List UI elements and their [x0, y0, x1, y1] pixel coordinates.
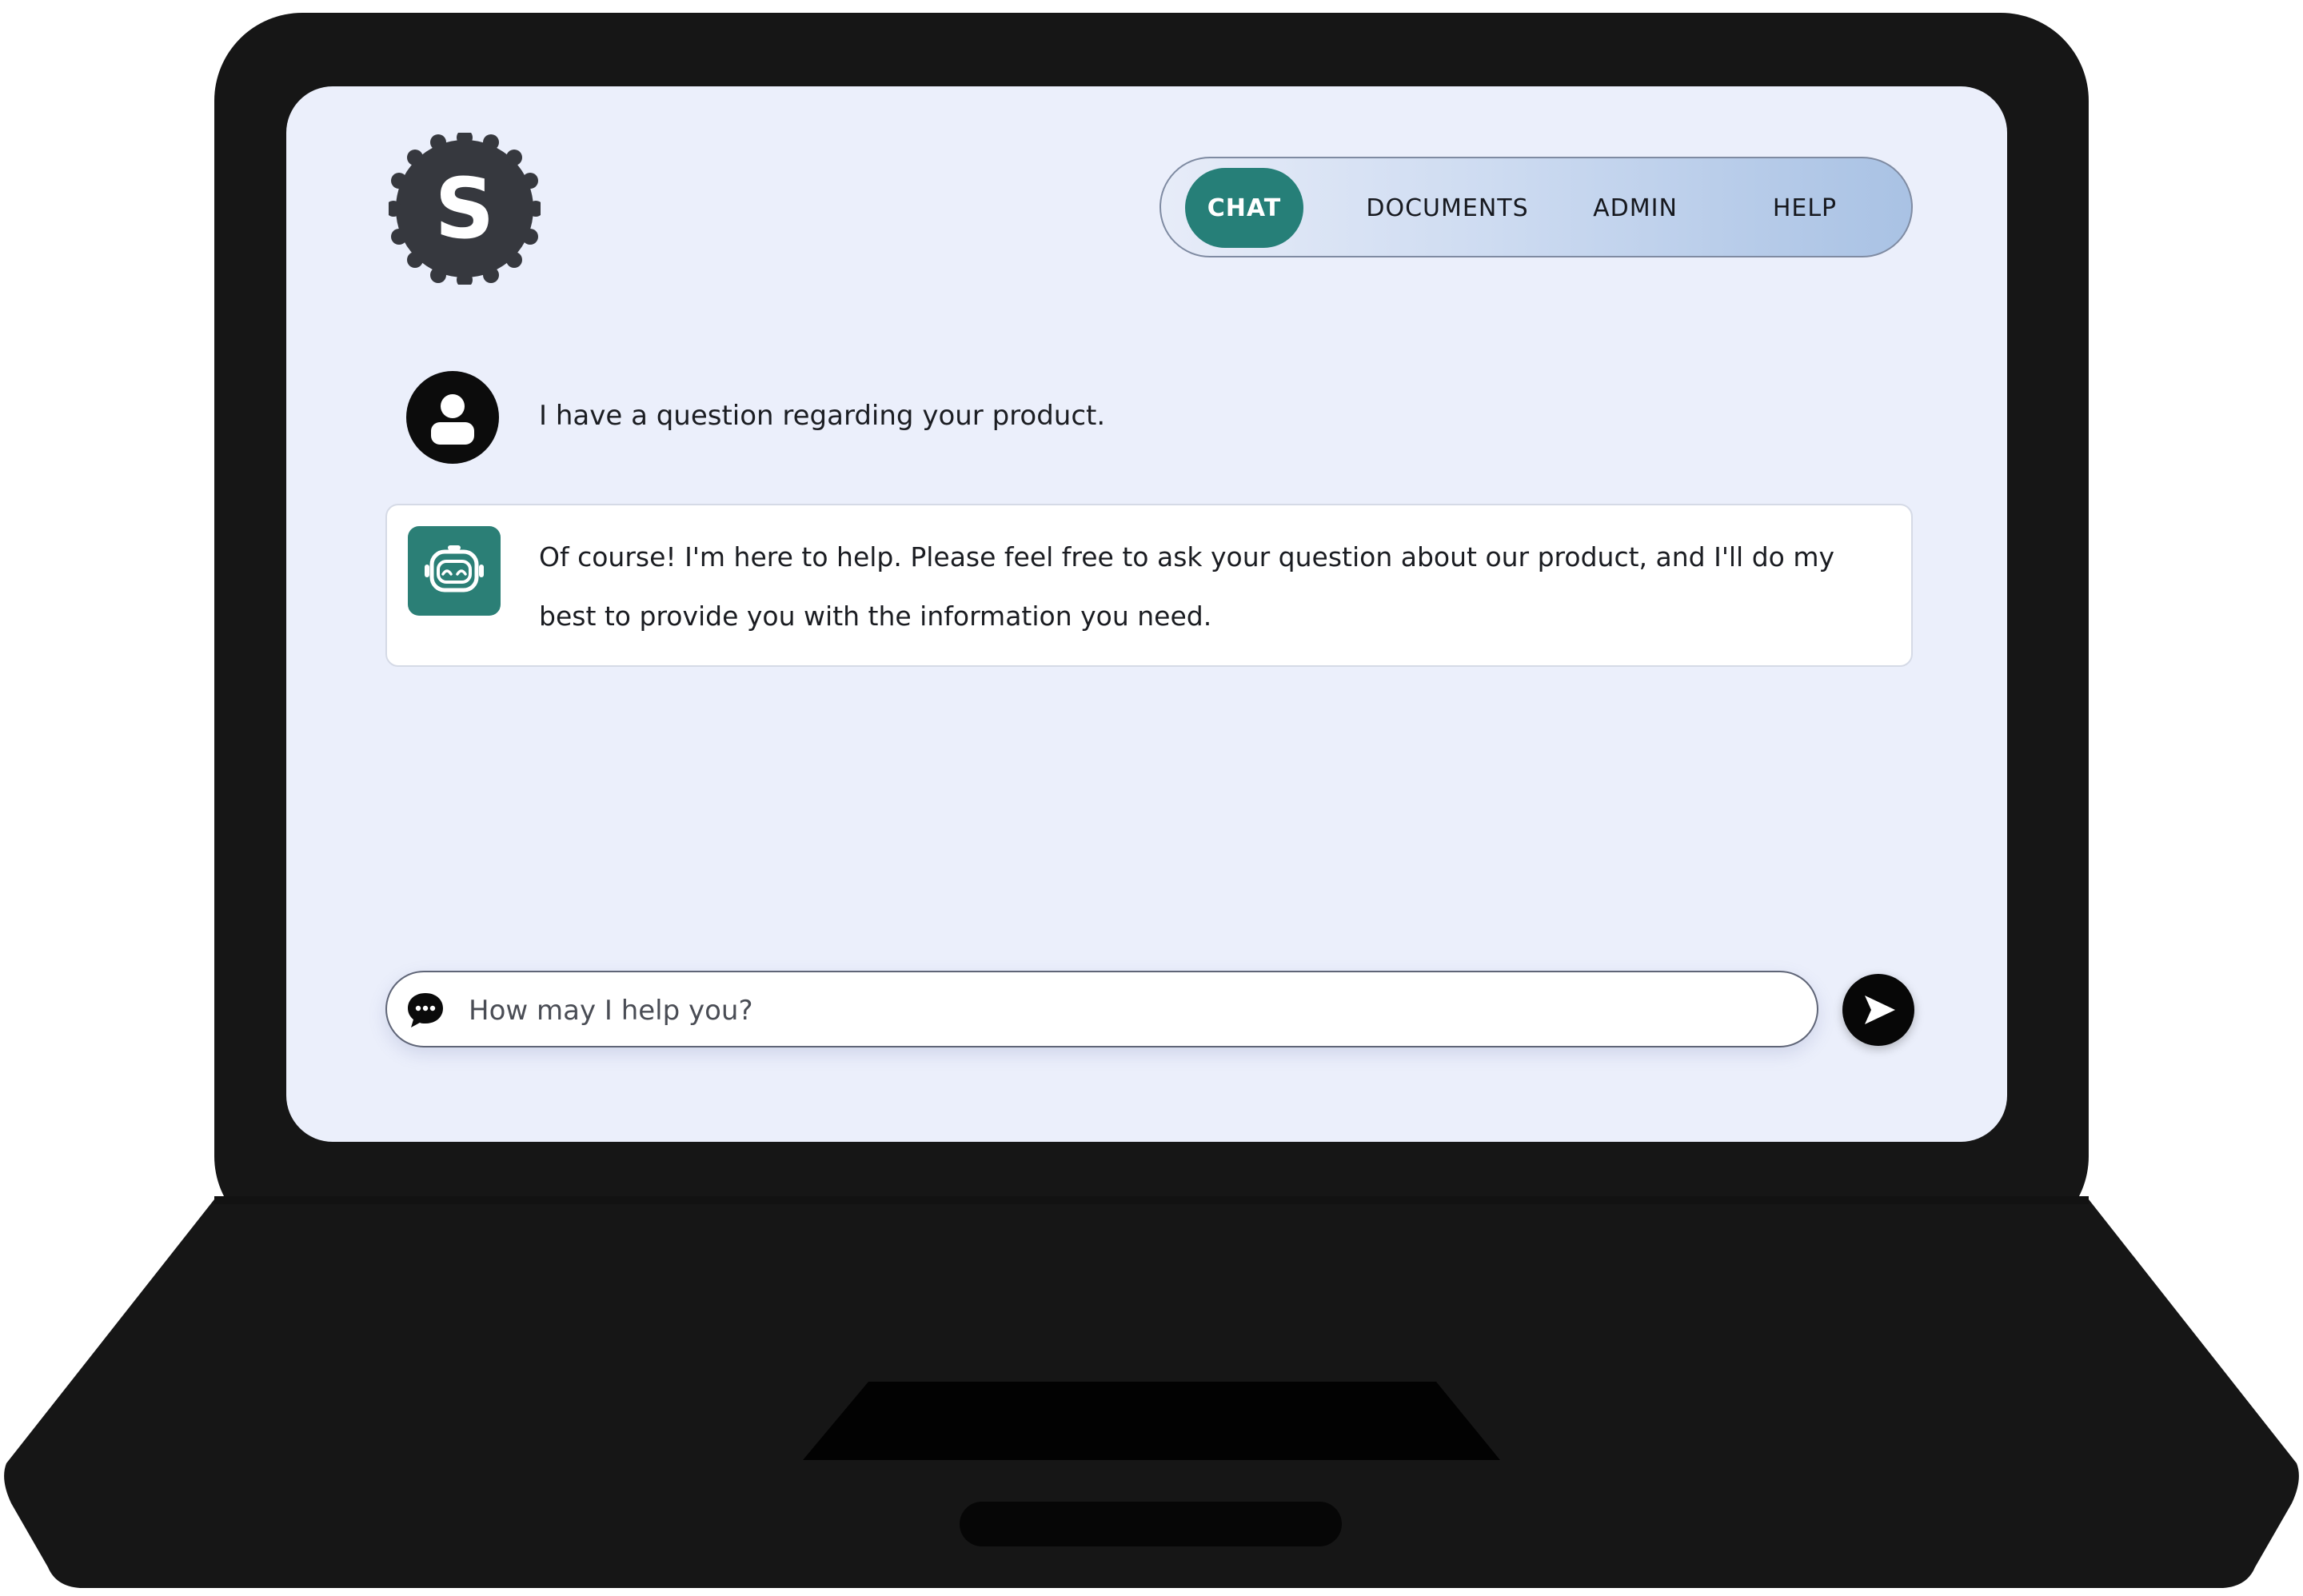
laptop-frame: S CHAT DOCUMENTS ADMIN HELP I have a que…	[0, 0, 2303, 1596]
send-button[interactable]	[1842, 974, 1914, 1046]
assistant-avatar	[408, 526, 501, 616]
assistant-message-text: Of course! I'm here to help. Please feel…	[539, 541, 1835, 632]
tab-documents[interactable]: DOCUMENTS	[1351, 168, 1543, 248]
main-nav: CHAT DOCUMENTS ADMIN HELP	[1159, 157, 1913, 257]
logo-letter: S	[434, 160, 495, 257]
message-composer	[385, 971, 1818, 1047]
assistant-message: Of course! I'm here to help. Please feel…	[385, 504, 1913, 667]
robot-icon	[425, 545, 484, 593]
send-arrow-icon	[1865, 996, 1895, 1024]
tab-help[interactable]: HELP	[1753, 168, 1857, 248]
user-avatar	[406, 371, 499, 464]
message-input[interactable]	[467, 984, 1782, 1038]
user-avatar-icon	[431, 394, 474, 445]
screen: S CHAT DOCUMENTS ADMIN HELP I have a que…	[286, 86, 2007, 1142]
logo[interactable]: S	[389, 133, 541, 285]
user-message-text: I have a question regarding your product…	[539, 400, 1106, 432]
chat-bubble-icon	[405, 990, 446, 1031]
user-message: I have a question regarding your product…	[406, 371, 1886, 464]
tab-admin[interactable]: ADMIN	[1575, 168, 1695, 248]
tab-chat[interactable]: CHAT	[1185, 168, 1303, 248]
